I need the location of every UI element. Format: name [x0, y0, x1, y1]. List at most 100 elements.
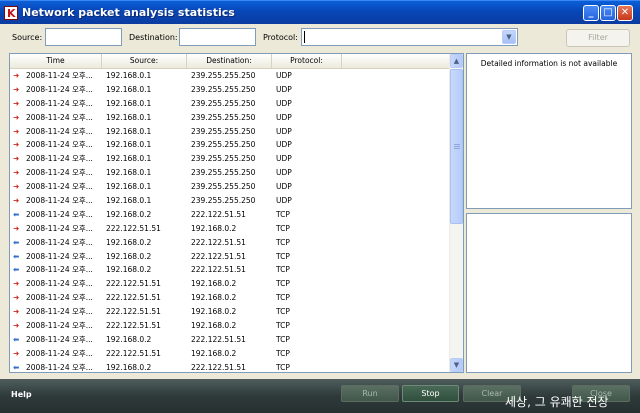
table-row[interactable]: ➜ 2008-11-24 오후... 192.168.0.1 239.255.255.…: [10, 138, 450, 152]
cell-source: 222.122.51.51: [106, 279, 161, 289]
cell-protocol: TCP: [276, 223, 290, 233]
source-input[interactable]: [45, 28, 122, 46]
incoming-arrow-icon: ➜: [13, 98, 20, 108]
cell-protocol: TCP: [276, 348, 290, 358]
cell-time: 2008-11-24 오후...: [26, 279, 93, 289]
cell-source: 222.122.51.51: [106, 223, 161, 233]
cell-protocol: UDP: [276, 98, 292, 108]
maximize-button[interactable]: □: [600, 5, 616, 21]
scroll-down-button[interactable]: ▼: [450, 358, 463, 372]
dropdown-button[interactable]: ▼: [502, 30, 516, 44]
cell-time: 2008-11-24 오후...: [26, 293, 93, 303]
cell-destination: 222.122.51.51: [191, 265, 246, 275]
cell-destination: 192.168.0.2: [191, 223, 237, 233]
cell-destination: 239.255.255.250: [191, 154, 256, 164]
incoming-arrow-icon: ➜: [13, 223, 20, 233]
incoming-arrow-icon: ➜: [13, 154, 20, 164]
close-window-button[interactable]: ✕: [617, 5, 633, 21]
destination-input[interactable]: [179, 28, 256, 46]
chevron-down-icon: ▼: [453, 361, 460, 369]
incoming-arrow-icon: ➜: [13, 126, 20, 136]
table-row[interactable]: ➜ 2008-11-24 오후... 192.168.0.1 239.255.255.…: [10, 166, 450, 180]
cell-source: 192.168.0.2: [106, 237, 152, 247]
cell-destination: 192.168.0.2: [191, 321, 237, 331]
table-row[interactable]: ⬅ 2008-11-24 오후... 192.168.0.2 222.122.51.5…: [10, 263, 450, 277]
table-row[interactable]: ➜ 2008-11-24 오후... 192.168.0.1 239.255.255.…: [10, 83, 450, 97]
incoming-arrow-icon: ➜: [13, 196, 20, 206]
table-row[interactable]: ⬅ 2008-11-24 오후... 192.168.0.2 222.122.51.5…: [10, 250, 450, 264]
minimize-button[interactable]: _: [583, 5, 599, 21]
cell-protocol: UDP: [276, 84, 292, 94]
table-row[interactable]: ⬅ 2008-11-24 오후... 192.168.0.2 222.122.51.5…: [10, 333, 450, 347]
protocol-select[interactable]: ▼: [301, 28, 518, 46]
scrollbar-thumb[interactable]: [450, 69, 463, 224]
table-row[interactable]: ➜ 2008-11-24 오후... 222.122.51.51 192.168.0.…: [10, 222, 450, 236]
table-row[interactable]: ➜ 2008-11-24 오후... 192.168.0.1 239.255.255.…: [10, 111, 450, 125]
table-body: ➜ 2008-11-24 오후... 192.168.0.1 239.255.255.…: [10, 69, 450, 372]
cell-destination: 192.168.0.2: [191, 307, 237, 317]
filter-button[interactable]: Filter: [566, 29, 630, 47]
column-header-destination[interactable]: Destination:: [187, 54, 272, 68]
cell-destination: 239.255.255.250: [191, 84, 256, 94]
cell-time: 2008-11-24 오후...: [26, 84, 93, 94]
stop-button[interactable]: Stop: [402, 385, 459, 402]
packet-table[interactable]: Time Source: Destination: Protocol: ➜ 200…: [9, 53, 464, 373]
cell-time: 2008-11-24 오후...: [26, 71, 93, 80]
table-row[interactable]: ➜ 2008-11-24 오후... 222.122.51.51 192.168.0.…: [10, 319, 450, 333]
table-row[interactable]: ➜ 2008-11-24 오후... 222.122.51.51 192.168.0.…: [10, 277, 450, 291]
cell-destination: 239.255.255.250: [191, 168, 256, 178]
table-row[interactable]: ⬅ 2008-11-24 오후... 192.168.0.2 222.122.51.5…: [10, 361, 450, 372]
cell-destination: 239.255.255.250: [191, 98, 256, 108]
grip-icon: [454, 144, 460, 145]
table-row[interactable]: ➜ 2008-11-24 오후... 222.122.51.51 192.168.0.…: [10, 347, 450, 361]
table-row[interactable]: ➜ 2008-11-24 오후... 192.168.0.1 239.255.255.…: [10, 97, 450, 111]
raw-data-panel: [466, 213, 632, 373]
minimize-icon: _: [588, 7, 594, 18]
cell-protocol: TCP: [276, 265, 290, 275]
cell-time: 2008-11-24 오후...: [26, 209, 93, 219]
maximize-icon: □: [603, 7, 613, 18]
incoming-arrow-icon: ➜: [13, 84, 20, 94]
table-header: Time Source: Destination: Protocol:: [10, 54, 450, 69]
incoming-arrow-icon: ➜: [13, 279, 20, 289]
cell-time: 2008-11-24 오후...: [26, 140, 93, 150]
cell-destination: 239.255.255.250: [191, 112, 256, 122]
cell-time: 2008-11-24 오후...: [26, 321, 93, 331]
incoming-arrow-icon: ➜: [13, 182, 20, 192]
cell-protocol: UDP: [276, 112, 292, 122]
cell-time: 2008-11-24 오후...: [26, 251, 93, 261]
cell-source: 192.168.0.1: [106, 98, 152, 108]
cell-protocol: UDP: [276, 126, 292, 136]
run-button[interactable]: Run: [341, 385, 399, 402]
window-title: Network packet analysis statistics: [22, 6, 235, 19]
table-row[interactable]: ➜ 2008-11-24 오후... 192.168.0.1 239.255.255.…: [10, 69, 450, 83]
cell-source: 192.168.0.2: [106, 251, 152, 261]
column-header-protocol[interactable]: Protocol:: [272, 54, 342, 68]
table-row[interactable]: ⬅ 2008-11-24 오후... 192.168.0.2 222.122.51.5…: [10, 208, 450, 222]
incoming-arrow-icon: ➜: [13, 112, 20, 122]
chevron-up-icon: ▲: [453, 57, 460, 65]
table-row[interactable]: ➜ 2008-11-24 오후... 222.122.51.51 192.168.0.…: [10, 305, 450, 319]
destination-label: Destination:: [129, 33, 178, 42]
cell-protocol: TCP: [276, 279, 290, 289]
source-label: Source:: [12, 33, 43, 42]
text-caret: [304, 31, 305, 43]
table-row[interactable]: ➜ 2008-11-24 오후... 192.168.0.1 239.255.255.…: [10, 180, 450, 194]
table-row[interactable]: ➜ 2008-11-24 오후... 192.168.0.1 239.255.255.…: [10, 125, 450, 139]
table-row[interactable]: ➜ 2008-11-24 오후... 222.122.51.51 192.168.0.…: [10, 291, 450, 305]
scroll-up-button[interactable]: ▲: [450, 54, 463, 68]
column-header-time[interactable]: Time: [10, 54, 102, 68]
cell-protocol: UDP: [276, 168, 292, 178]
cell-protocol: UDP: [276, 71, 292, 80]
cell-destination: 239.255.255.250: [191, 196, 256, 206]
outgoing-arrow-icon: ⬅: [13, 362, 20, 372]
vertical-scrollbar[interactable]: ▲ ▼: [449, 54, 463, 372]
help-link[interactable]: Help: [11, 390, 32, 399]
cell-source: 192.168.0.2: [106, 265, 152, 275]
table-row[interactable]: ➜ 2008-11-24 오후... 192.168.0.1 239.255.255.…: [10, 152, 450, 166]
cell-time: 2008-11-24 오후...: [26, 168, 93, 178]
table-row[interactable]: ⬅ 2008-11-24 오후... 192.168.0.2 222.122.51.5…: [10, 236, 450, 250]
table-row[interactable]: ➜ 2008-11-24 오후... 192.168.0.1 239.255.255.…: [10, 194, 450, 208]
column-header-source[interactable]: Source:: [102, 54, 187, 68]
cell-destination: 222.122.51.51: [191, 237, 246, 247]
